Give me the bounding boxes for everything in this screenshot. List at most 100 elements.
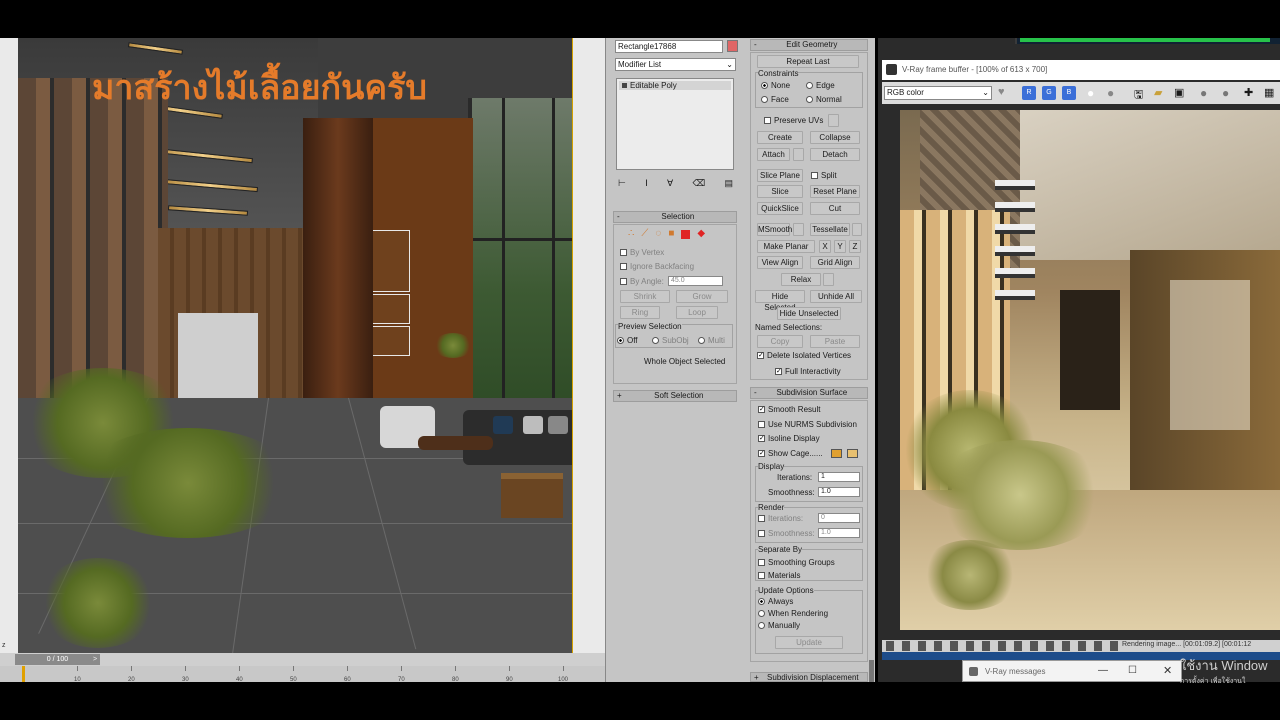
track-mouse-icon[interactable]: ✚ [1244, 86, 1258, 100]
clear-image-icon[interactable]: ▣ [1174, 86, 1188, 100]
mono-icon[interactable]: ● [1107, 86, 1121, 100]
full-interactivity-checkbox[interactable]: Full Interactivity [775, 367, 841, 376]
isoline-display-checkbox[interactable]: Isoline Display [758, 434, 820, 443]
lens-effects-icon[interactable]: ▦ [1264, 86, 1278, 100]
update-when-rendering-radio[interactable]: When Rendering [758, 609, 828, 618]
render-region-icon[interactable]: ● [1200, 86, 1214, 100]
repeat-last-button[interactable]: Repeat Last [757, 55, 859, 68]
split-checkbox[interactable]: Split [811, 171, 837, 180]
collapse-button[interactable]: Collapse [810, 131, 860, 144]
polygon-icon[interactable]: ■ [668, 228, 674, 239]
object-name-field[interactable]: Rectangle17868 [615, 40, 723, 53]
subdivision-displacement-rollout-header[interactable]: + Subdivision Displacement [750, 672, 868, 682]
preview-off-radio[interactable]: Off [617, 336, 638, 345]
alpha-icon[interactable]: ● [1087, 86, 1101, 100]
red-channel-icon[interactable]: R [1022, 86, 1036, 100]
render-iterations-spinner[interactable]: 0 [818, 513, 860, 523]
slice-plane-button[interactable]: Slice Plane [757, 169, 803, 182]
compare-icon[interactable]: ● [1222, 86, 1236, 100]
vertex-icon[interactable]: ∴ [628, 228, 634, 239]
hide-selected-button[interactable]: Hide Selected [755, 290, 805, 312]
tessellate-settings-button[interactable] [852, 223, 862, 236]
load-image-icon[interactable]: ▰ [1154, 86, 1168, 100]
smooth-result-checkbox[interactable]: Smooth Result [758, 405, 820, 414]
planar-z-button[interactable]: Z [849, 240, 861, 253]
relax-button[interactable]: Relax [781, 273, 821, 286]
modifier-stack[interactable]: Editable Poly [616, 78, 734, 170]
delete-isolated-checkbox[interactable]: Delete Isolated Vertices [757, 351, 851, 360]
save-image-icon[interactable]: 🖫 [1134, 86, 1148, 101]
msmooth-button[interactable]: MSmooth [757, 223, 792, 236]
planar-y-button[interactable]: Y [834, 240, 846, 253]
slice-button[interactable]: Slice [757, 185, 803, 198]
viewport[interactable]: มาสร้างไม้เลื้อยกันครับ z [0, 38, 605, 654]
smoothing-groups-checkbox[interactable]: Smoothing Groups [758, 558, 835, 567]
blue-channel-icon[interactable]: B [1062, 86, 1076, 100]
ignore-backfacing-checkbox[interactable]: Ignore Backfacing [620, 262, 694, 271]
create-button[interactable]: Create [757, 131, 803, 144]
by-angle-checkbox[interactable]: By Angle: [620, 277, 664, 286]
object-color-swatch[interactable] [727, 40, 738, 52]
preview-multi-radio[interactable]: Multi [698, 336, 725, 345]
edge-icon[interactable]: ⟋ [641, 228, 648, 239]
update-manually-radio[interactable]: Manually [758, 621, 800, 630]
pin-stack-icon[interactable]: ⊢ [618, 178, 626, 190]
msmooth-settings-button[interactable] [793, 223, 804, 236]
view-align-button[interactable]: View Align [757, 256, 803, 269]
history-icon[interactable]: ♥ [998, 86, 1012, 100]
make-planar-button[interactable]: Make Planar [757, 240, 815, 253]
unhide-all-button[interactable]: Unhide All [810, 290, 862, 303]
grid-align-button[interactable]: Grid Align [810, 256, 860, 269]
iterations-spinner[interactable]: 1 [818, 472, 860, 482]
green-channel-icon[interactable]: G [1042, 86, 1056, 100]
by-angle-spinner[interactable]: 45.0 [668, 276, 723, 286]
cage-selection-color-swatch[interactable] [847, 449, 858, 458]
preserve-uvs-checkbox[interactable]: Preserve UVs [764, 116, 823, 125]
named-paste-button[interactable]: Paste [810, 335, 860, 348]
attach-button[interactable]: Attach [757, 148, 790, 161]
edit-geometry-rollout-header[interactable]: - Edit Geometry [750, 39, 868, 51]
vfb-bottom-toolbar[interactable] [886, 641, 1118, 651]
named-copy-button[interactable]: Copy [757, 335, 803, 348]
attach-list-button[interactable] [793, 148, 804, 161]
subdivision-surface-rollout-header[interactable]: - Subdivision Surface [750, 387, 868, 399]
use-nurms-checkbox[interactable]: Use NURMS Subdivision [758, 420, 857, 429]
constraint-edge-radio[interactable]: Edge [806, 81, 835, 90]
tessellate-button[interactable]: Tessellate [810, 223, 850, 236]
hide-unselected-button[interactable]: Hide Unselected [777, 307, 841, 320]
update-always-radio[interactable]: Always [758, 597, 793, 606]
cut-button[interactable]: Cut [810, 202, 860, 215]
modifier-list-dropdown[interactable]: Modifier List ⌄ [615, 58, 736, 71]
time-slider[interactable]: 0 / 100 [15, 654, 100, 665]
selection-rollout-header[interactable]: - Selection [613, 211, 737, 223]
show-end-result-icon[interactable]: Ⅰ [645, 178, 648, 190]
preserve-uvs-settings-button[interactable] [828, 114, 839, 127]
quickslice-button[interactable]: QuickSlice [757, 202, 803, 215]
by-vertex-checkbox[interactable]: By Vertex [620, 248, 664, 257]
smoothness-spinner[interactable]: 1.0 [818, 487, 860, 497]
detach-button[interactable]: Detach [810, 148, 860, 161]
loop-button[interactable]: Loop [676, 306, 718, 319]
border-icon[interactable]: ◌ [655, 228, 661, 239]
update-button[interactable]: Update [775, 636, 843, 649]
channel-dropdown[interactable]: RGB color ⌄ [884, 86, 992, 100]
materials-checkbox[interactable]: Materials [758, 571, 800, 580]
panel-scrollbar[interactable] [869, 660, 874, 682]
timeline-ruler[interactable]: 10 20 30 40 50 60 70 80 90 100 [0, 666, 605, 683]
constraint-none-radio[interactable]: None [761, 81, 790, 90]
render-smoothness-spinner[interactable]: 1.0 [818, 528, 860, 538]
preview-subobj-radio[interactable]: SubObj [652, 336, 689, 345]
vray-messages-window[interactable]: V-Ray messages — ☐ ✕ [962, 660, 1182, 682]
rendered-image[interactable] [900, 110, 1280, 630]
grow-button[interactable]: Grow [676, 290, 728, 303]
relax-settings-button[interactable] [823, 273, 834, 286]
element-icon[interactable] [681, 230, 691, 239]
element-cube-icon[interactable]: ◆ [697, 228, 705, 239]
maximize-icon[interactable]: ☐ [1128, 665, 1137, 676]
minimize-icon[interactable]: — [1098, 665, 1108, 676]
constraint-face-radio[interactable]: Face [761, 95, 789, 104]
configure-sets-icon[interactable]: ▤ [724, 178, 733, 190]
remove-modifier-icon[interactable]: ⌫ [692, 178, 705, 190]
make-unique-icon[interactable]: ∀ [667, 178, 673, 190]
next-frame-button[interactable]: > [90, 654, 100, 665]
